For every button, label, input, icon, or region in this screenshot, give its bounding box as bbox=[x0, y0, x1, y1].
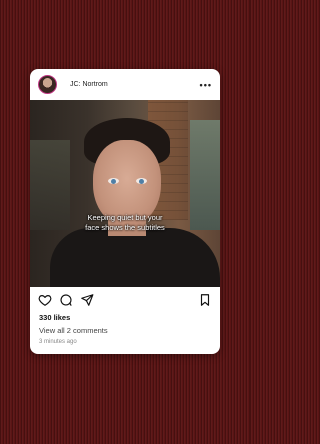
post-timestamp: 3 minutes ago bbox=[39, 339, 77, 345]
person-right-eye bbox=[136, 178, 147, 184]
more-icon[interactable]: ••• bbox=[200, 80, 212, 90]
avatar[interactable] bbox=[38, 75, 57, 94]
post-header: JC: Nortrom ••• bbox=[30, 69, 220, 100]
heart-icon[interactable] bbox=[38, 293, 52, 307]
action-bar bbox=[30, 287, 220, 313]
post-card: JC: Nortrom ••• Keeping quiet but your f… bbox=[30, 69, 220, 354]
post-image[interactable]: Keeping quiet but your face shows the su… bbox=[30, 100, 220, 287]
view-comments-link[interactable]: View all 2 comments bbox=[30, 326, 220, 337]
send-icon[interactable] bbox=[80, 293, 94, 307]
bookmark-icon[interactable] bbox=[198, 293, 212, 307]
person-left-eye bbox=[108, 178, 119, 184]
like-count[interactable]: 330 likes bbox=[30, 313, 220, 324]
comment-icon[interactable] bbox=[59, 293, 73, 307]
subtitle-caption: Keeping quiet but your face shows the su… bbox=[85, 213, 165, 232]
person-body bbox=[50, 228, 220, 287]
username[interactable]: JC: Nortrom bbox=[70, 81, 200, 88]
